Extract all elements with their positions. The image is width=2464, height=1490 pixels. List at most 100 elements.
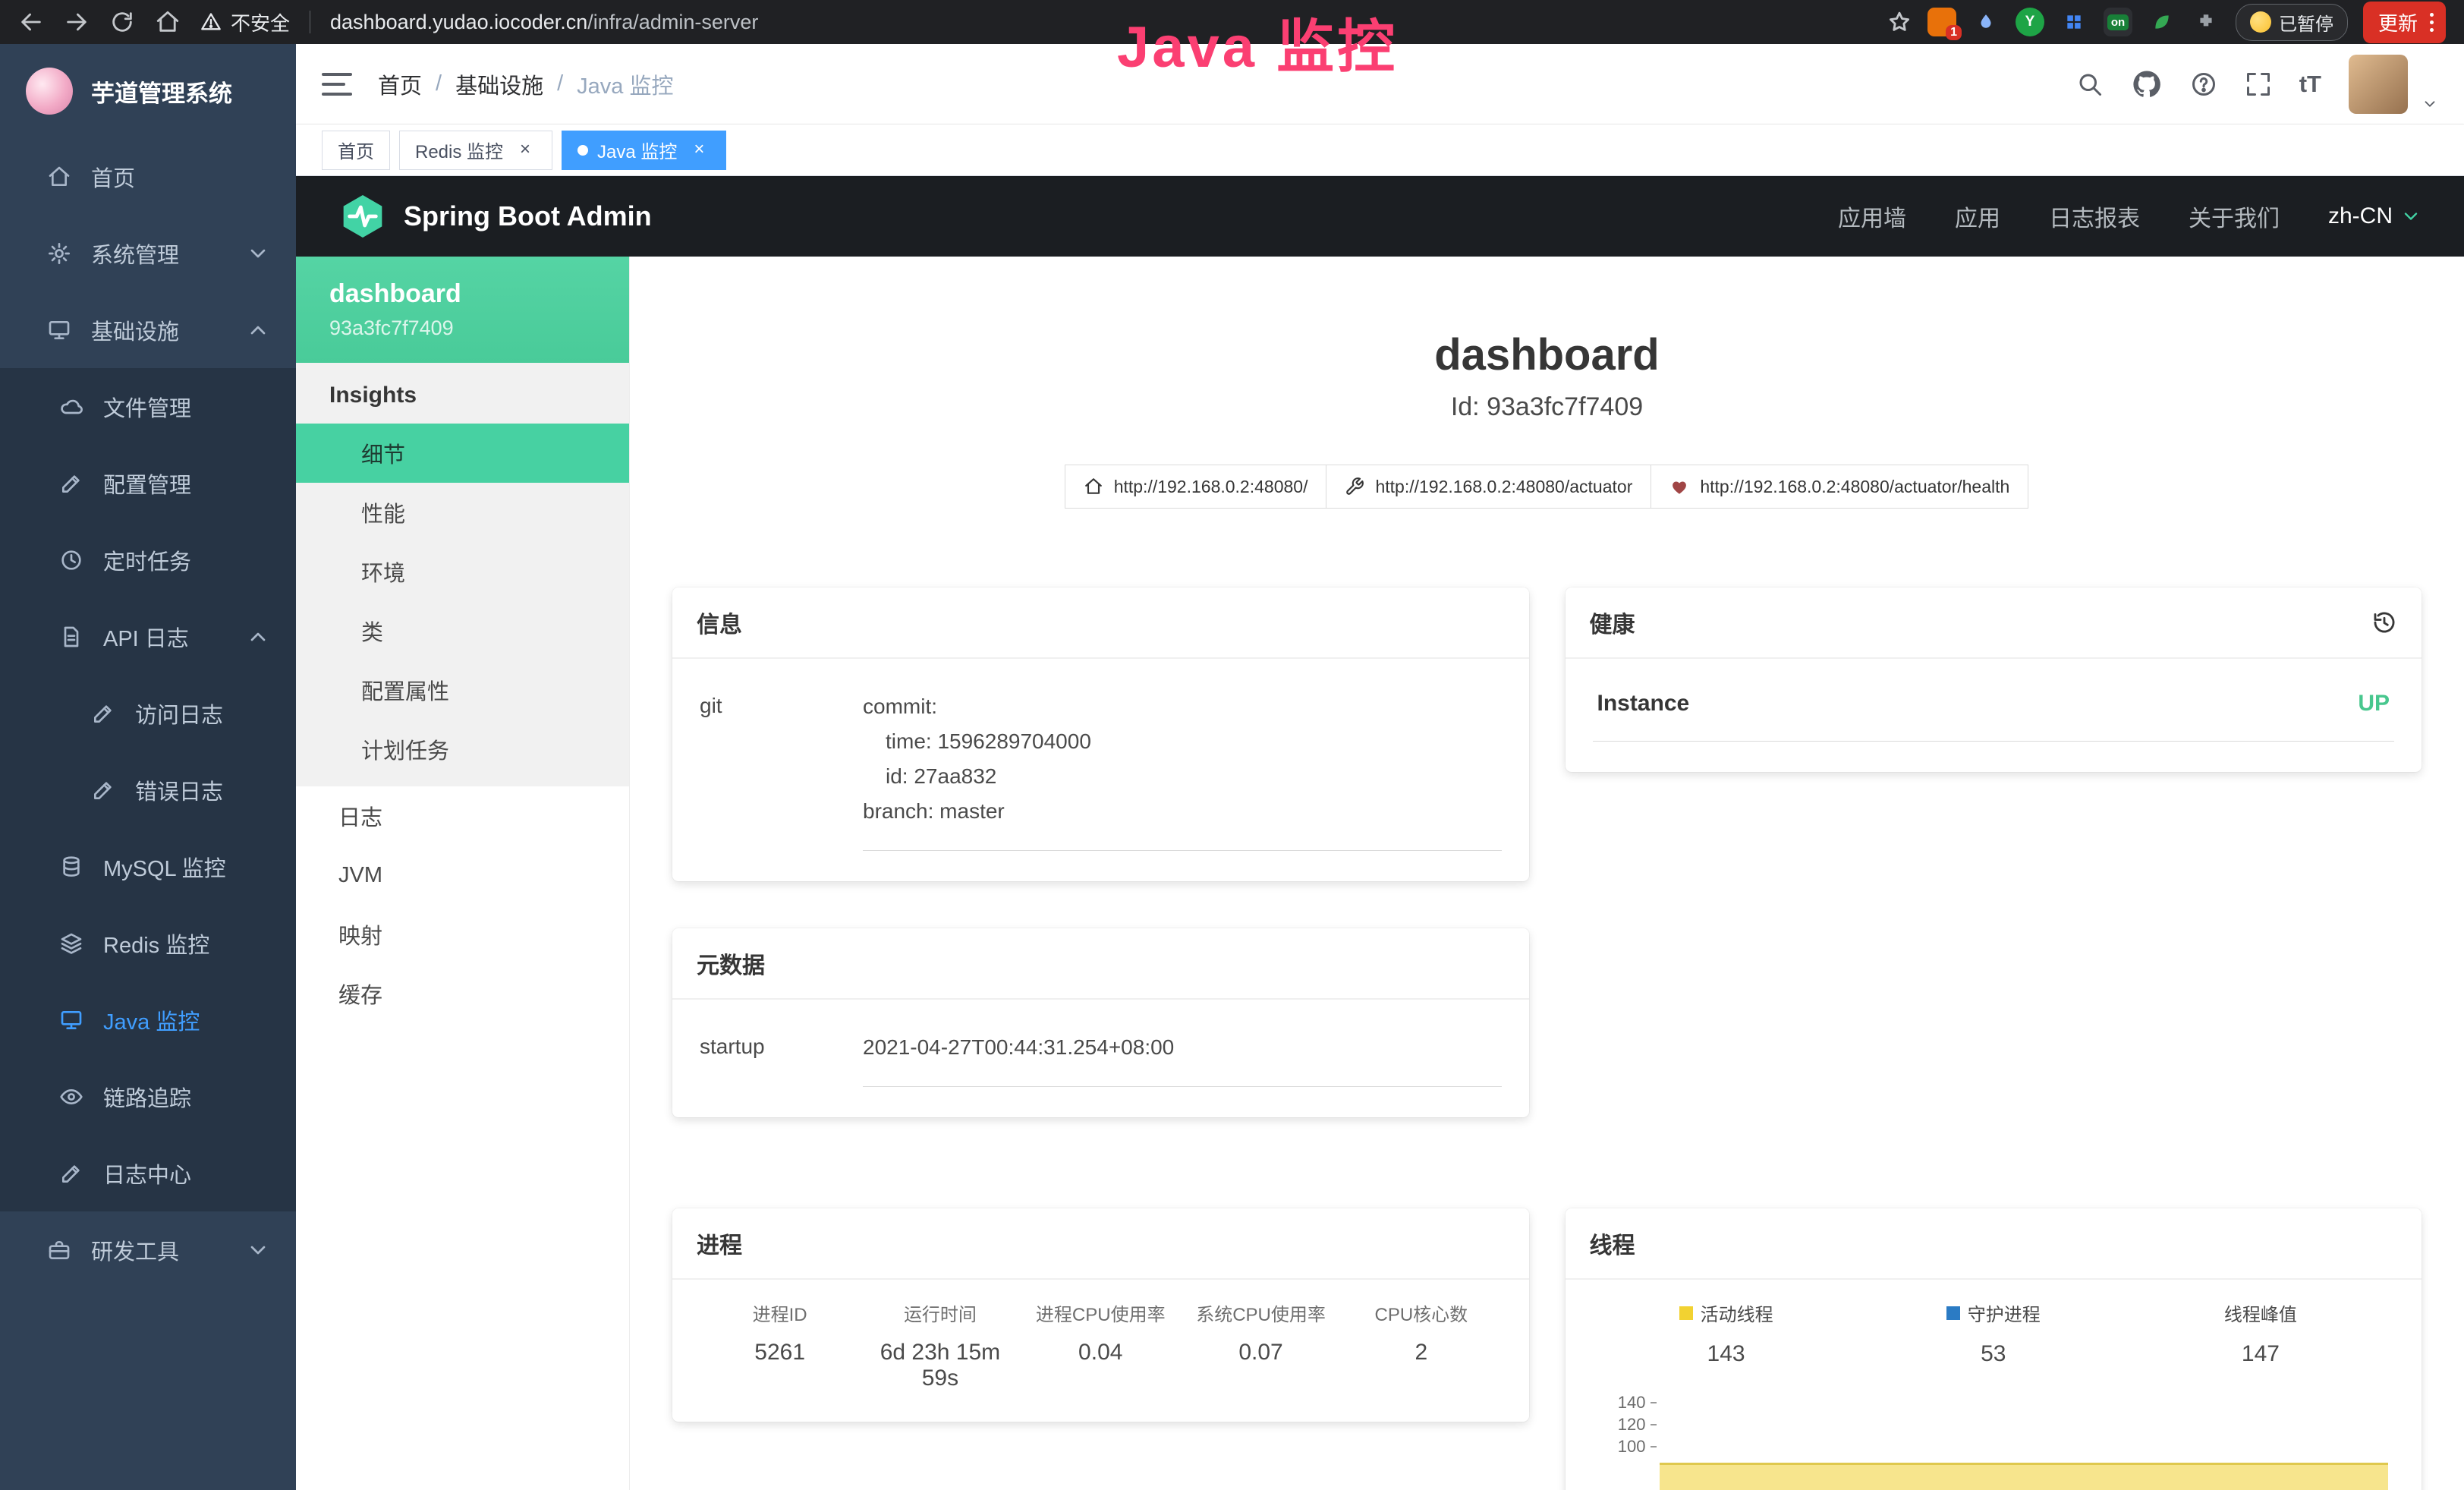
ext-icon-drop[interactable]: [1972, 8, 2000, 36]
sba-logo-icon[interactable]: [338, 192, 387, 241]
breadcrumb-infrastructure[interactable]: 基础设施: [455, 68, 543, 100]
sidebar-item-label: Redis 监控: [103, 928, 209, 959]
instance-menu-mappings[interactable]: 映射: [296, 905, 629, 964]
browser-home-icon[interactable]: [155, 9, 181, 35]
tab-home[interactable]: 首页: [322, 131, 390, 170]
sidebar-item-file[interactable]: 文件管理: [0, 368, 296, 445]
search-icon[interactable]: [2076, 71, 2104, 98]
insights-group: Insights 细节 性能 环境 类 配置属性 计划任务: [296, 363, 629, 786]
actuator-url-button[interactable]: http://192.168.0.2:48080/actuator: [1326, 465, 1651, 509]
sidebar-item-api-log[interactable]: API 日志: [0, 598, 296, 675]
sidebar-item-log-center[interactable]: 日志中心: [0, 1135, 296, 1211]
fullscreen-icon[interactable]: [2245, 71, 2272, 98]
security-badge[interactable]: 不安全: [200, 8, 290, 36]
health-url: http://192.168.0.2:48080/actuator/health: [1700, 477, 2009, 497]
instance-menu-env[interactable]: 环境: [296, 542, 629, 601]
chart-y-axis: 140 120 100: [1593, 1391, 1657, 1490]
sidebar-item-infrastructure[interactable]: 基础设施: [0, 291, 296, 368]
sidebar-item-dev-tools[interactable]: 研发工具: [0, 1211, 296, 1288]
close-icon[interactable]: ×: [514, 139, 537, 162]
address-bar[interactable]: dashboard.yudao.iocoder.cn/infra/admin-s…: [330, 11, 758, 34]
sidebar-item-mysql[interactable]: MySQL 监控: [0, 828, 296, 905]
app-title: 芋道管理系统: [91, 74, 232, 109]
instance-details: dashboard Id: 93a3fc7f7409 http://192.16…: [630, 257, 2464, 1490]
ext-icon-leaf[interactable]: [2148, 8, 2176, 36]
warning-icon: [200, 11, 222, 33]
sidebar-item-java-monitor[interactable]: Java 监控: [0, 981, 296, 1058]
sidebar-item-label: 错误日志: [135, 774, 223, 806]
ext-icon-on[interactable]: on: [2104, 8, 2132, 36]
instance-menu-jvm[interactable]: JVM: [296, 846, 629, 905]
close-icon[interactable]: ×: [688, 139, 710, 162]
chevron-down-icon: [246, 241, 270, 266]
sidebar-item-access-log[interactable]: 访问日志: [0, 675, 296, 751]
health-instance-label: Instance: [1597, 691, 1690, 717]
sidebar-item-error-log[interactable]: 错误日志: [0, 751, 296, 828]
app-logo[interactable]: 芋道管理系统: [0, 44, 296, 138]
stat-value: 6d 23h 15m 59s: [860, 1340, 1020, 1391]
metadata-row-startup: startup 2021-04-27T00:44:31.254+08:00: [700, 1019, 1502, 1087]
ext-icon-puzzle[interactable]: [2192, 8, 2220, 36]
instance-menu-caches[interactable]: 缓存: [296, 964, 629, 1023]
service-url-button[interactable]: http://192.168.0.2:48080/: [1065, 465, 1327, 509]
screen-icon: [59, 1008, 83, 1032]
hamburger-icon[interactable]: [322, 73, 352, 96]
sidebar-item-job[interactable]: 定时任务: [0, 521, 296, 598]
sidebar-item-label: 文件管理: [103, 391, 191, 423]
help-icon[interactable]: [2190, 71, 2217, 98]
live-threads-area: [1660, 1463, 2389, 1490]
ext-icon-1[interactable]: 1: [1927, 8, 1956, 36]
sba-nav-about[interactable]: 关于我们: [2189, 200, 2280, 233]
logo-avatar: [26, 68, 73, 115]
edit-doc-icon: [91, 778, 115, 802]
layers-icon: [59, 931, 83, 956]
edit-doc-icon: [91, 701, 115, 726]
update-button[interactable]: 更新: [2363, 2, 2446, 43]
y-tick: 140: [1593, 1391, 1657, 1413]
chevron-up-icon: [246, 625, 270, 649]
instance-menu-scheduled-tasks[interactable]: 计划任务: [296, 720, 629, 779]
health-url-button[interactable]: http://192.168.0.2:48080/actuator/health: [1651, 465, 2028, 509]
breadcrumb-home[interactable]: 首页: [378, 68, 422, 100]
sidebar-item-redis[interactable]: Redis 监控: [0, 905, 296, 981]
locale-selector[interactable]: zh-CN: [2328, 203, 2422, 229]
breadcrumb-separator: /: [557, 71, 563, 96]
sidebar-item-system[interactable]: 系统管理: [0, 215, 296, 291]
forward-icon[interactable]: [64, 9, 90, 35]
tab-label: Java 监控: [597, 137, 677, 163]
ext-icon-green[interactable]: Y: [2016, 8, 2044, 36]
user-avatar[interactable]: [2349, 55, 2408, 114]
url-path: /infra/admin-server: [587, 11, 758, 33]
sba-nav-wallboard[interactable]: 应用墙: [1838, 200, 1906, 233]
browser-toolbar: 不安全 dashboard.yudao.iocoder.cn/infra/adm…: [0, 0, 2464, 44]
tab-redis-monitor[interactable]: Redis 监控 ×: [399, 131, 552, 170]
y-tick: 120: [1593, 1413, 1657, 1435]
legend-swatch-yellow: [1679, 1306, 1693, 1320]
instance-menu-details[interactable]: 细节: [296, 424, 629, 483]
legend-value: 147: [2127, 1341, 2394, 1367]
sidebar-submenu: 文件管理 配置管理 定时任务 API 日志 访问日志: [0, 368, 296, 1211]
instance-header: dashboard 93a3fc7f7409: [296, 257, 629, 363]
sba-nav-applications[interactable]: 应用: [1955, 200, 2000, 233]
bookmark-star-icon[interactable]: [1887, 9, 1912, 35]
sba-brand[interactable]: Spring Boot Admin: [404, 200, 652, 232]
legend-label: 活动线程: [1701, 1299, 1773, 1326]
instance-menu-classes[interactable]: 类: [296, 601, 629, 660]
instance-menu-configprops[interactable]: 配置属性: [296, 660, 629, 720]
ext-badge: 1: [1946, 25, 1962, 40]
history-icon[interactable]: [2371, 610, 2397, 635]
sba-nav-journal[interactable]: 日志报表: [2049, 200, 2140, 233]
profile-paused-chip[interactable]: 已暂停: [2236, 4, 2348, 41]
tab-java-monitor[interactable]: Java 监控 ×: [562, 131, 726, 170]
sidebar-item-tracing[interactable]: 链路追踪: [0, 1058, 296, 1135]
font-size-icon[interactable]: tT: [2299, 71, 2321, 98]
instance-menu-logs[interactable]: 日志: [296, 786, 629, 846]
ext-icon-grid[interactable]: [2060, 8, 2088, 36]
github-icon[interactable]: [2131, 68, 2163, 100]
sidebar-item-home[interactable]: 首页: [0, 138, 296, 215]
tab-label: 首页: [338, 137, 374, 163]
back-icon[interactable]: [18, 9, 44, 35]
instance-menu-metrics[interactable]: 性能: [296, 483, 629, 542]
sidebar-item-config[interactable]: 配置管理: [0, 445, 296, 521]
reload-icon[interactable]: [109, 9, 135, 35]
